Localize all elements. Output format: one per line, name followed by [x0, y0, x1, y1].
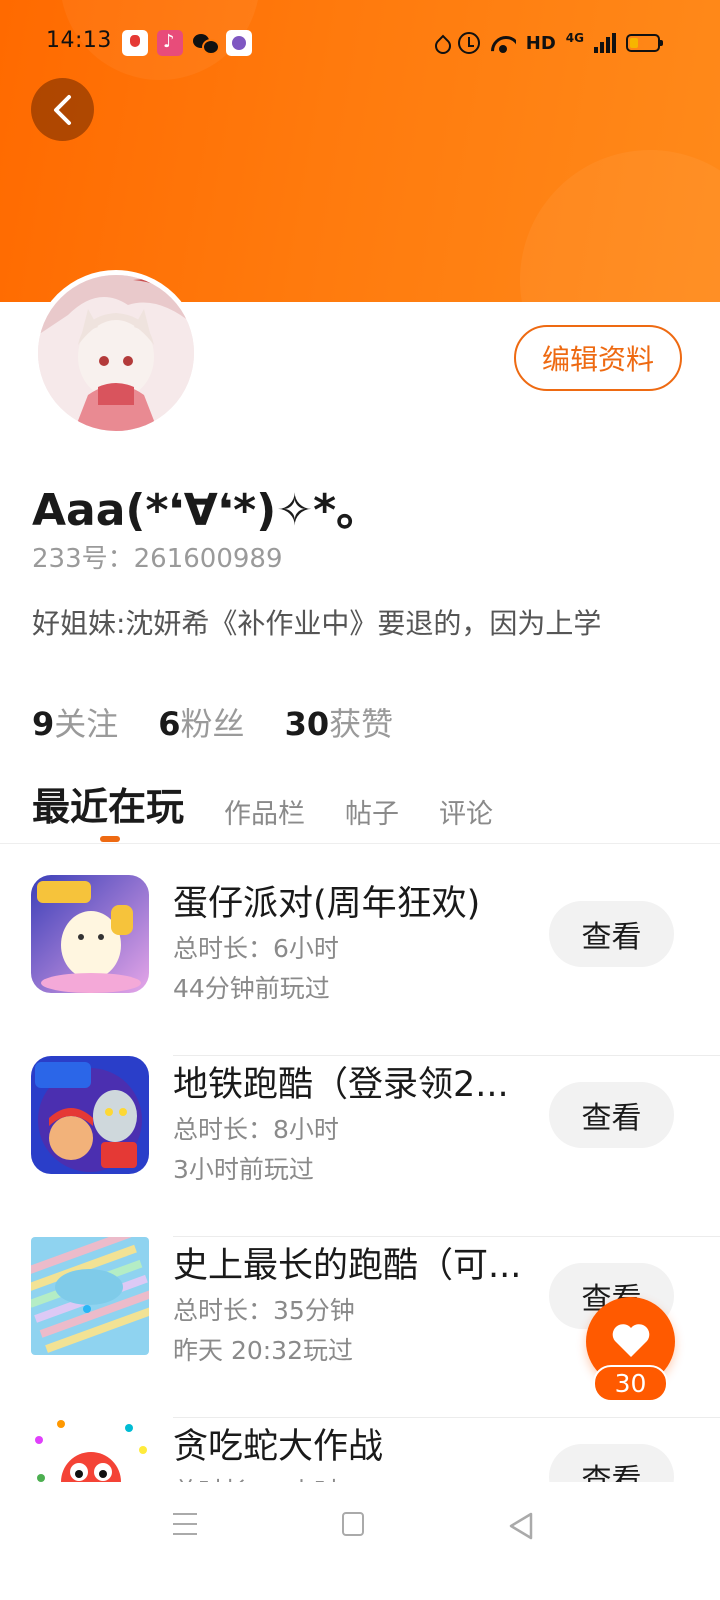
notification-game-icon: [226, 30, 252, 56]
avatar-image: [38, 275, 194, 431]
status-bar: 14:13 HD 4G: [0, 0, 720, 88]
stat-following[interactable]: 9关注: [32, 699, 118, 745]
home-icon[interactable]: [342, 1512, 364, 1536]
notification-wechat-icon: [192, 30, 220, 56]
tab-recently-played[interactable]: 最近在玩: [32, 776, 184, 837]
game-title: 史上最长的跑酷（可...: [173, 1246, 522, 1286]
game-last-played: 3小时前玩过: [173, 1155, 314, 1184]
notification-music-icon: [157, 30, 183, 56]
tab-active-indicator: [100, 836, 120, 842]
battery-icon: [626, 34, 663, 52]
game-title: 地铁跑酷（登录领2...: [173, 1065, 509, 1105]
user-id: 233号：261600989: [32, 544, 283, 574]
alarm-icon: [457, 32, 480, 54]
game-last-played: 昨天 20:32玩过: [173, 1336, 353, 1365]
signal-icon: [594, 33, 616, 53]
banner-decoration: [520, 150, 720, 302]
stat-followers-count: 6: [158, 705, 181, 743]
eggy-party-icon[interactable]: [31, 875, 149, 993]
edit-profile-button[interactable]: 编辑资料: [514, 325, 682, 391]
tab-comments[interactable]: 评论: [439, 792, 493, 837]
stat-following-count: 9: [32, 705, 55, 743]
status-indicators: HD 4G: [434, 30, 663, 56]
view-button[interactable]: 查看: [549, 901, 674, 967]
game-title: 蛋仔派对(周年狂欢): [173, 884, 481, 924]
tab-posts[interactable]: 帖子: [345, 792, 399, 837]
user-bio: 好姐妹:沈妍希《补作业中》要退的，因为上学: [32, 607, 602, 640]
back-button[interactable]: [31, 78, 94, 141]
game-title: 贪吃蛇大作战: [173, 1427, 384, 1467]
subway-surfers-icon[interactable]: [31, 1056, 149, 1174]
avatar[interactable]: [33, 270, 199, 436]
tabs-divider: [0, 843, 720, 844]
notification-app-icon: [122, 30, 148, 56]
view-button[interactable]: 查看: [549, 1082, 674, 1148]
longest-parkour-icon[interactable]: [31, 1237, 149, 1355]
heart-icon: [612, 1324, 650, 1357]
profile-tabs: 最近在玩 作品栏 帖子 评论: [32, 776, 493, 837]
wifi-icon: [490, 33, 516, 53]
hd-indicator: HD: [525, 32, 556, 54]
menu-icon[interactable]: [173, 1513, 197, 1535]
profile-stats: 9关注 6粉丝 30获赞: [32, 699, 393, 745]
tab-works[interactable]: 作品栏: [224, 792, 305, 837]
back-triangle-icon[interactable]: [508, 1512, 534, 1540]
stat-followers-label: 粉丝: [180, 705, 245, 743]
game-list-item[interactable]: 地铁跑酷（登录领2... 总时长：8小时 3小时前玩过 查看: [0, 1056, 720, 1237]
status-time: 14:13: [46, 28, 112, 53]
stat-likes-count: 30: [284, 705, 330, 743]
stat-followers[interactable]: 6粉丝: [158, 699, 244, 745]
game-duration: 总时长：35分钟: [173, 1296, 355, 1325]
stat-likes-label: 获赞: [329, 705, 394, 743]
chevron-left-icon: [54, 95, 71, 125]
game-duration: 总时长：6小时: [173, 934, 339, 963]
game-duration: 总时长：8小时: [173, 1115, 339, 1144]
stat-following-label: 关注: [54, 705, 119, 743]
data-saver-icon: [434, 34, 448, 52]
game-list-item[interactable]: 蛋仔派对(周年狂欢) 总时长：6小时 44分钟前玩过 查看: [0, 875, 720, 1056]
game-last-played: 44分钟前玩过: [173, 974, 330, 1003]
system-navigation-bar: [0, 1482, 720, 1600]
like-count-badge: 30: [593, 1365, 668, 1402]
stat-likes[interactable]: 30获赞: [285, 699, 394, 745]
user-name: Aaa(*❛∀❛*)✧*。: [32, 485, 381, 536]
network-type: 4G: [565, 31, 584, 45]
